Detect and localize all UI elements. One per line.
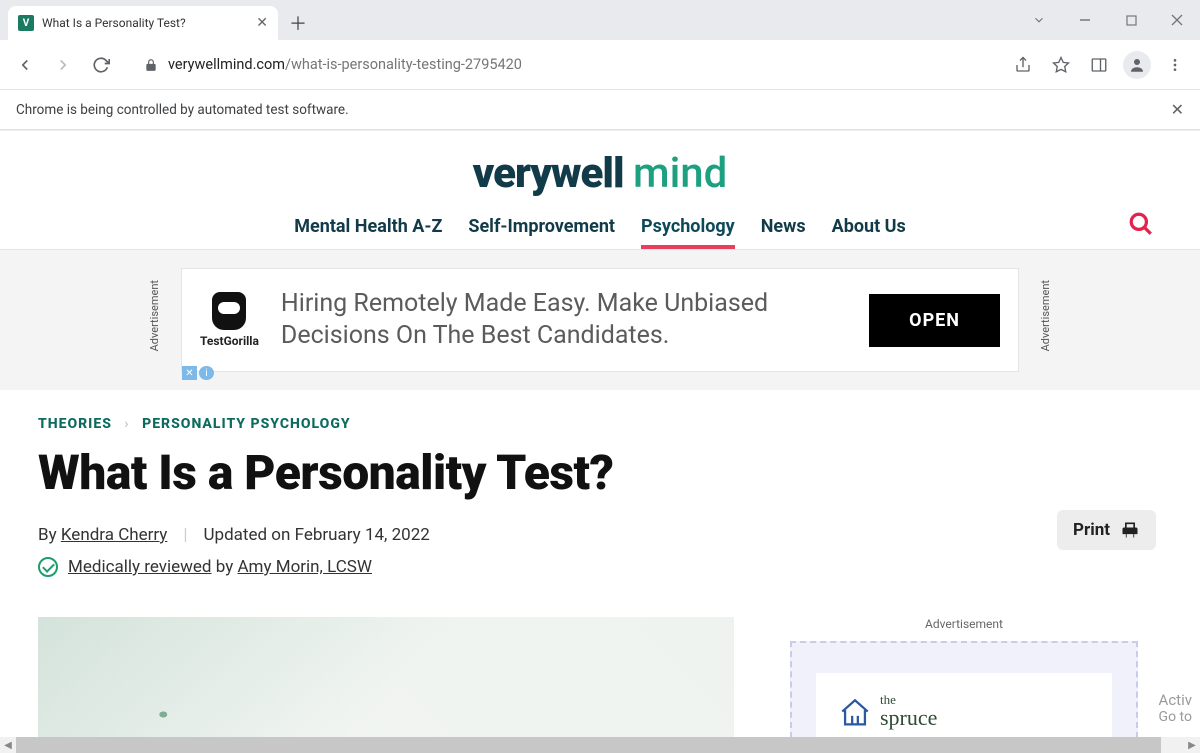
ad-text: Hiring Remotely Made Easy. Make Unbiased… bbox=[281, 288, 847, 353]
hero-image bbox=[38, 617, 734, 745]
new-tab-button[interactable]: ＋ bbox=[284, 9, 312, 37]
side-panel-icon[interactable] bbox=[1082, 48, 1116, 82]
nav-psychology[interactable]: Psychology bbox=[641, 216, 735, 249]
house-icon bbox=[838, 696, 872, 730]
nav-news[interactable]: News bbox=[761, 216, 806, 249]
nav-about[interactable]: About Us bbox=[832, 216, 906, 249]
sidebar-ad: Advertisement the spruce bbox=[790, 617, 1138, 745]
gorilla-icon bbox=[212, 292, 246, 330]
close-tab-icon[interactable]: ✕ bbox=[256, 15, 268, 31]
spruce-logo: the spruce bbox=[838, 695, 937, 731]
horizontal-scrollbar[interactable]: ◀ ▶ bbox=[0, 737, 1200, 753]
updated-date: Updated on February 14, 2022 bbox=[204, 525, 430, 545]
favicon-icon: V bbox=[18, 15, 34, 31]
author-link[interactable]: Kendra Cherry bbox=[61, 525, 168, 545]
automation-banner: Chrome is being controlled by automated … bbox=[0, 90, 1200, 130]
print-icon bbox=[1120, 520, 1140, 540]
maximize-button[interactable] bbox=[1108, 4, 1154, 36]
breadcrumb: THEORIES › PERSONALITY PSYCHOLOGY bbox=[38, 416, 1162, 432]
back-button[interactable] bbox=[8, 48, 42, 82]
site-logo[interactable]: verywell mind bbox=[0, 149, 1200, 198]
sidebar-ad-unit[interactable]: the spruce bbox=[790, 641, 1138, 745]
url-text: verywellmind.com/what-is-personality-tes… bbox=[168, 56, 980, 73]
print-button[interactable]: Print bbox=[1057, 510, 1156, 550]
browser-tab-strip: V What Is a Personality Test? ✕ ＋ bbox=[0, 0, 1200, 40]
ad-label: Advertisement bbox=[1039, 280, 1052, 351]
forward-button[interactable] bbox=[46, 48, 80, 82]
check-icon bbox=[38, 557, 58, 577]
close-automation-icon[interactable]: ✕ bbox=[1171, 100, 1184, 119]
adchoices-icon[interactable]: ✕i bbox=[182, 366, 214, 380]
chevron-down-icon[interactable] bbox=[1016, 4, 1062, 36]
search-icon[interactable] bbox=[1128, 211, 1154, 237]
site-header: verywell mind Mental Health A-Z Self-Imp… bbox=[0, 131, 1200, 250]
minimize-button[interactable] bbox=[1062, 4, 1108, 36]
article-body: Advertisement the spruce bbox=[38, 617, 1162, 745]
scroll-right-icon[interactable]: ▶ bbox=[1184, 737, 1200, 753]
ad-label: Advertisement bbox=[790, 617, 1138, 631]
reviewer-link[interactable]: Amy Morin, LCSW bbox=[237, 557, 372, 577]
tab-title: What Is a Personality Test? bbox=[42, 16, 248, 30]
reload-button[interactable] bbox=[84, 48, 118, 82]
bookmark-icon[interactable] bbox=[1044, 48, 1078, 82]
ad-label: Advertisement bbox=[148, 280, 161, 351]
share-icon[interactable] bbox=[1006, 48, 1040, 82]
breadcrumb-personality-psychology[interactable]: PERSONALITY PSYCHOLOGY bbox=[142, 416, 350, 432]
page-title: What Is a Personality Test? bbox=[38, 444, 1162, 501]
scroll-track[interactable] bbox=[16, 737, 1184, 753]
medically-reviewed-link[interactable]: Medically reviewed bbox=[68, 557, 212, 577]
scroll-left-icon[interactable]: ◀ bbox=[0, 737, 16, 753]
nav-self-improvement[interactable]: Self-Improvement bbox=[468, 216, 615, 249]
browser-tab[interactable]: V What Is a Personality Test? ✕ bbox=[8, 6, 278, 40]
ad-unit[interactable]: TestGorilla Hiring Remotely Made Easy. M… bbox=[181, 268, 1019, 372]
page-viewport: verywell mind Mental Health A-Z Self-Imp… bbox=[0, 130, 1200, 745]
ad-cta-button[interactable]: OPEN bbox=[869, 294, 1000, 347]
address-bar[interactable]: verywellmind.com/what-is-personality-tes… bbox=[130, 48, 994, 82]
ad-brand-logo: TestGorilla bbox=[200, 292, 259, 348]
menu-icon[interactable] bbox=[1158, 48, 1192, 82]
close-window-button[interactable] bbox=[1154, 4, 1200, 36]
main-nav: Mental Health A-Z Self-Improvement Psych… bbox=[0, 216, 1200, 249]
lock-icon bbox=[144, 58, 158, 72]
byline: By Kendra Cherry | Updated on February 1… bbox=[38, 525, 1162, 545]
browser-toolbar: verywellmind.com/what-is-personality-tes… bbox=[0, 40, 1200, 90]
article: THEORIES › PERSONALITY PSYCHOLOGY What I… bbox=[0, 390, 1200, 745]
window-controls bbox=[1016, 0, 1200, 40]
top-ad-banner: Advertisement TestGorilla Hiring Remotel… bbox=[0, 250, 1200, 390]
automation-message: Chrome is being controlled by automated … bbox=[16, 102, 349, 118]
breadcrumb-theories[interactable]: THEORIES bbox=[38, 416, 112, 432]
page-scroll[interactable]: verywell mind Mental Health A-Z Self-Imp… bbox=[0, 131, 1200, 745]
profile-button[interactable] bbox=[1120, 48, 1154, 82]
medical-review: Medically reviewed by Amy Morin, LCSW bbox=[38, 557, 1162, 577]
nav-mental-health[interactable]: Mental Health A-Z bbox=[294, 216, 442, 249]
